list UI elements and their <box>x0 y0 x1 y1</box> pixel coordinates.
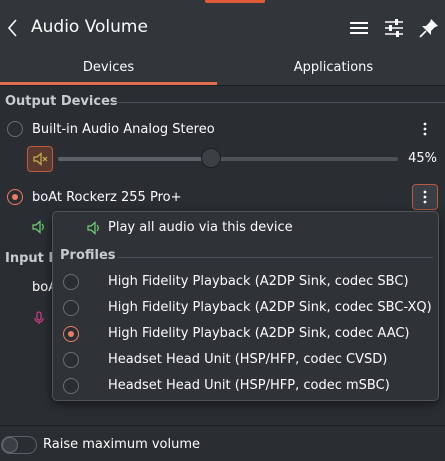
profile-radio-selected[interactable] <box>63 326 79 342</box>
device-menu-button-boat[interactable] <box>412 184 438 210</box>
kebab-icon <box>423 190 427 204</box>
volume-slider-builtin[interactable] <box>58 148 398 168</box>
profile-item[interactable]: High Fidelity Playback (A2DP Sink, codec… <box>53 321 438 347</box>
device-radio-builtin[interactable] <box>7 121 23 137</box>
profile-radio[interactable] <box>63 300 79 316</box>
tab-bar: Devices Applications <box>0 54 445 85</box>
page-title: Audio Volume <box>31 17 148 37</box>
output-devices-heading: Output Devices <box>5 94 118 109</box>
device-context-menu: Play all audio via this device Profiles … <box>52 211 439 401</box>
profile-item[interactable]: High Fidelity Playback (A2DP Sink, codec… <box>53 269 438 295</box>
profile-radio[interactable] <box>63 274 79 290</box>
profile-label: Headset Head Unit (HSP/HFP, codec mSBC) <box>108 378 390 393</box>
tab-applications[interactable]: Applications <box>222 54 445 85</box>
speaker-muted-icon <box>33 152 48 166</box>
tab-devices[interactable]: Devices <box>0 54 217 85</box>
profile-item[interactable]: Headset Head Unit (HSP/HFP, codec CVSD) <box>53 347 438 373</box>
speaker-icon[interactable] <box>31 219 47 235</box>
device-radio-boat[interactable] <box>7 189 23 205</box>
profile-radio[interactable] <box>63 352 79 368</box>
section-divider <box>112 102 445 103</box>
volume-slider-fill <box>58 157 211 161</box>
device-name-builtin: Built-in Audio Analog Stereo <box>32 122 215 137</box>
raise-max-volume-label: Raise maximum volume <box>43 437 201 452</box>
speaker-icon <box>87 221 99 235</box>
raise-max-volume-toggle[interactable] <box>1 436 37 454</box>
profile-label: High Fidelity Playback (A2DP Sink, codec… <box>108 274 409 289</box>
hamburger-menu-icon[interactable] <box>348 17 370 39</box>
footer-divider <box>0 425 445 426</box>
profile-item[interactable]: High Fidelity Playback (A2DP Sink, codec… <box>53 295 438 321</box>
device-name-boat: boAt Rockerz 255 Pro+ <box>32 190 182 205</box>
profile-label: High Fidelity Playback (A2DP Sink, codec… <box>108 326 410 341</box>
header-bar: Audio Volume <box>0 3 445 54</box>
pin-icon[interactable] <box>418 17 440 39</box>
microphone-icon[interactable] <box>31 310 47 326</box>
tab-divider <box>0 85 445 86</box>
volume-slider-handle[interactable] <box>201 148 221 168</box>
kebab-icon <box>423 122 427 136</box>
mute-button-builtin[interactable] <box>27 146 53 172</box>
profile-radio[interactable] <box>63 378 79 394</box>
volume-percent-label: 45% <box>408 151 437 166</box>
profile-item[interactable]: Headset Head Unit (HSP/HFP, codec mSBC) <box>53 373 438 399</box>
profile-label: Headset Head Unit (HSP/HFP, codec CVSD) <box>108 352 388 367</box>
profiles-heading: Profiles <box>60 248 116 263</box>
menu-item-play-all[interactable]: Play all audio via this device <box>53 215 438 241</box>
configure-sliders-icon[interactable] <box>383 17 405 39</box>
section-divider <box>118 257 433 258</box>
menu-item-label: Play all audio via this device <box>108 220 293 235</box>
back-arrow-icon[interactable] <box>4 16 22 40</box>
profile-label: High Fidelity Playback (A2DP Sink, codec… <box>108 300 432 315</box>
toggle-knob <box>2 437 18 453</box>
device-menu-button-builtin[interactable] <box>412 116 438 142</box>
